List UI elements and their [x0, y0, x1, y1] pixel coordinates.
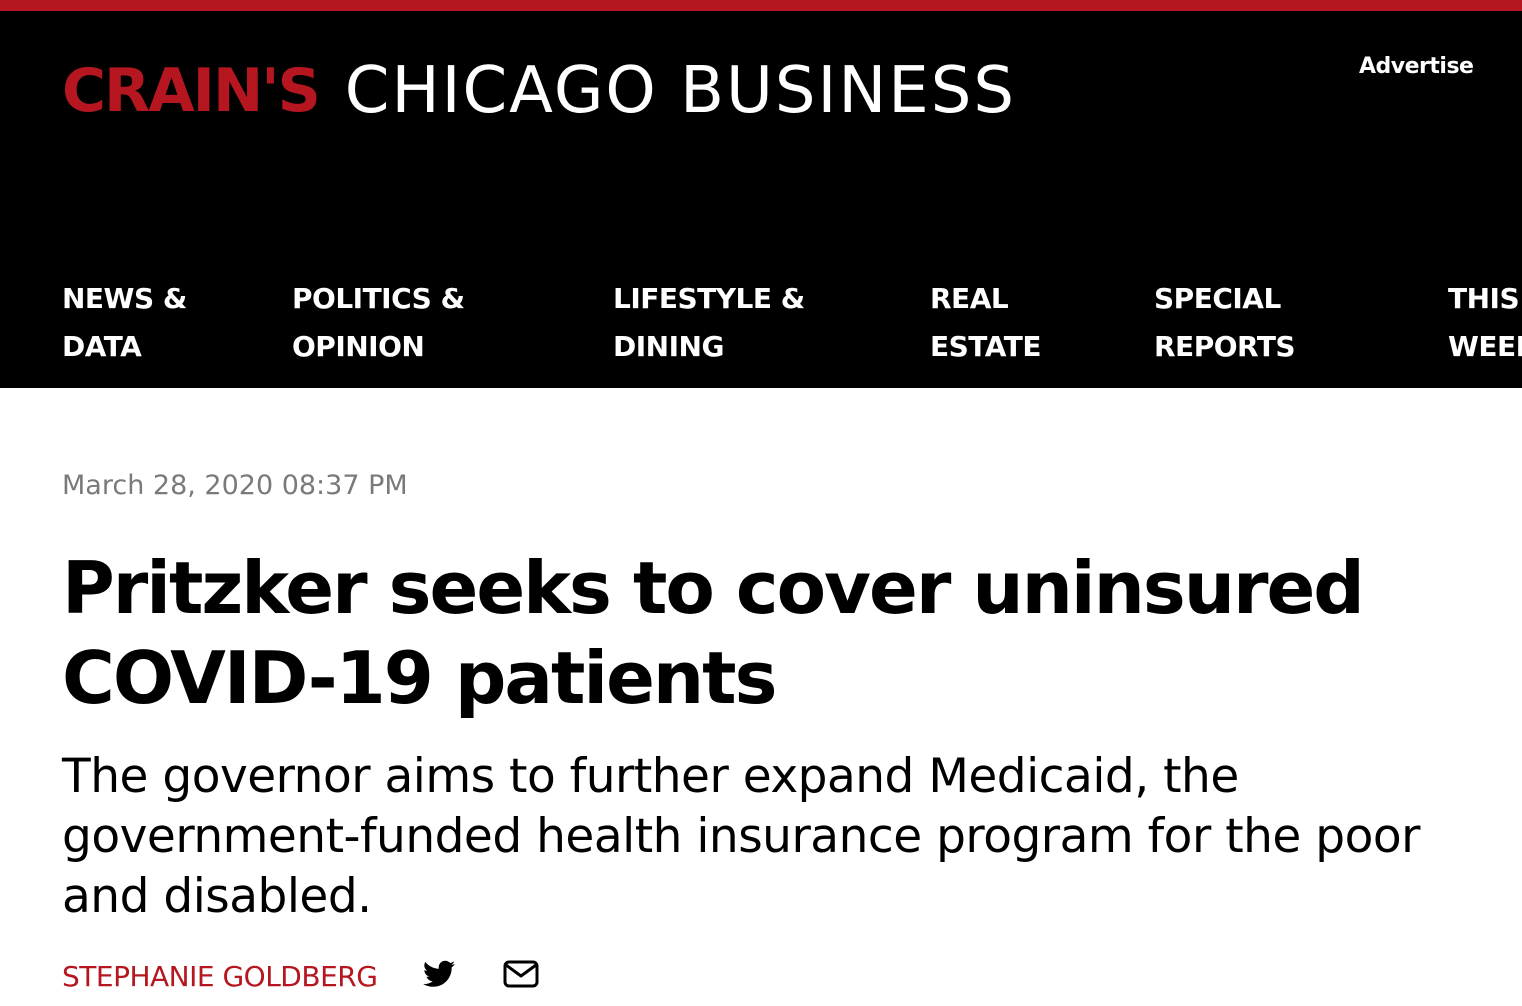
byline: STEPHANIE GOLDBERG: [62, 956, 539, 996]
article-date: March 28, 2020 08:37 PM: [62, 470, 408, 501]
nav-item-label: SPECIAL: [1154, 282, 1281, 315]
nav-item-lifestyle-dining[interactable]: LIFESTYLE & DINING: [613, 275, 805, 371]
article-headline: Pritzker seeks to cover uninsured COVID-…: [62, 546, 1365, 720]
nav-item-label: WEEK: [1448, 330, 1522, 363]
nav-item-label: LIFESTYLE &: [613, 282, 805, 315]
logo-brand: CRAIN'S: [62, 56, 321, 126]
author-link[interactable]: STEPHANIE GOLDBERG: [62, 960, 378, 993]
top-accent-bar: [0, 0, 1522, 11]
nav-item-label: ESTATE: [930, 330, 1041, 363]
twitter-icon[interactable]: [423, 960, 456, 993]
site-logo[interactable]: CRAIN'S CHICAGO BUSINESS: [62, 51, 1016, 131]
nav-item-label: REAL: [930, 282, 1009, 315]
nav-item-this-week[interactable]: THIS WEEK: [1448, 275, 1522, 371]
logo-city: CHICAGO BUSINESS: [344, 54, 1016, 128]
site-header: CRAIN'S CHICAGO BUSINESS Advertise NEWS &…: [0, 11, 1522, 388]
nav-item-label: DINING: [613, 330, 724, 363]
article-subhead: The governor aims to further expand Medi…: [62, 749, 1420, 924]
nav-item-label: POLITICS &: [292, 282, 465, 315]
advertise-link[interactable]: Advertise: [1359, 54, 1474, 79]
nav-item-label: NEWS &: [62, 282, 187, 315]
nav-item-news-data[interactable]: NEWS & DATA: [62, 275, 187, 371]
nav-item-special-reports[interactable]: SPECIAL REPORTS: [1154, 275, 1296, 371]
nav-item-label: DATA: [62, 330, 142, 363]
nav-item-politics-opinion[interactable]: POLITICS & OPINION: [292, 275, 465, 371]
email-icon[interactable]: [503, 960, 539, 993]
nav-item-label: THIS: [1448, 282, 1520, 315]
nav-item-label: REPORTS: [1154, 330, 1296, 363]
nav-item-real-estate[interactable]: REAL ESTATE: [930, 275, 1041, 371]
nav-item-label: OPINION: [292, 330, 425, 363]
